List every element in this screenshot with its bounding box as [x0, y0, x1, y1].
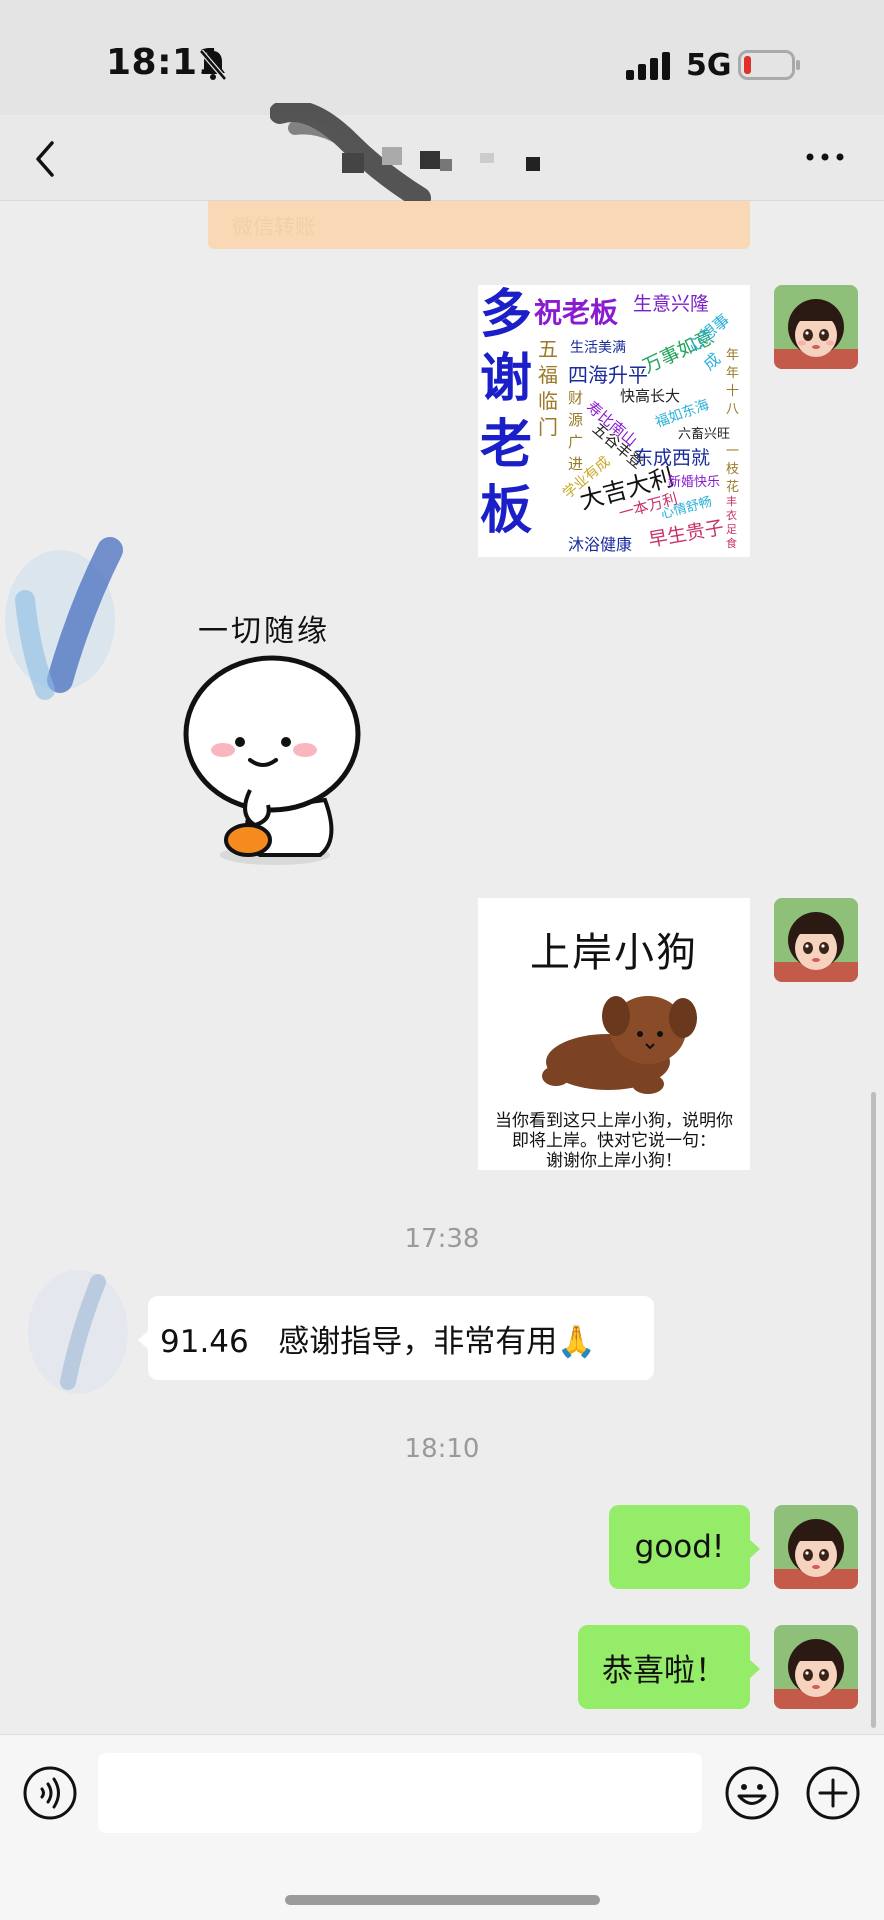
sticker-let-it-be[interactable]: 一切随缘 [180, 600, 370, 865]
bubble-tail [749, 1539, 760, 1559]
bubble-tail [749, 1659, 760, 1679]
self-avatar[interactable] [774, 898, 858, 982]
more-icon[interactable] [805, 151, 845, 163]
home-indicator[interactable] [285, 1895, 600, 1905]
phrase: 沐浴健康 [568, 535, 633, 554]
phrase: 门 [538, 415, 558, 439]
big-char: 板 [480, 481, 533, 541]
sent-message[interactable]: good! [609, 1505, 760, 1589]
contact-avatar-redacted[interactable] [0, 530, 150, 730]
sent-message[interactable]: 恭喜啦！ [578, 1625, 760, 1709]
phrase: 五 [538, 337, 558, 361]
phrase: 福 [538, 363, 558, 387]
phrase: 广 [568, 433, 584, 451]
avatar-girl-icon [774, 285, 858, 369]
signal-icon [626, 52, 670, 80]
phrase: 一枝花 [726, 444, 740, 495]
phrase: 新婚快乐 [668, 475, 721, 490]
big-char: 多 [480, 285, 533, 345]
sticker-caption: 一切随缘 [198, 614, 330, 649]
big-char: 老 [480, 415, 533, 475]
self-avatar[interactable] [774, 1625, 858, 1709]
transfer-label: 微信转账 [232, 215, 316, 239]
chat-header [0, 103, 884, 209]
message-text: 恭喜啦！ [602, 1652, 726, 1689]
received-message[interactable]: 91.46 感谢指导，非常有用🙏 [138, 1296, 654, 1380]
bubble-tail [138, 1330, 149, 1350]
battery-icon [738, 50, 800, 80]
wechat-transfer-card[interactable]: 微信转账 [208, 201, 750, 249]
phrase: 生活美满 [570, 340, 626, 356]
sticker-landing-puppy[interactable]: 上岸小狗 当你看到这只上岸小狗，说明你 即将上岸。快对它说一句： 谢谢你上岸小狗… [478, 898, 750, 1170]
phrase: 快高长大 [620, 387, 681, 405]
message-input[interactable] [98, 1753, 702, 1833]
phrase: 临 [538, 389, 558, 413]
contact-avatar-redacted[interactable] [18, 1262, 148, 1412]
back-icon[interactable] [30, 137, 60, 181]
sticker-title: 上岸小狗 [530, 930, 698, 976]
status-bar: 18:11 5G [0, 0, 884, 115]
smiling-blob-icon [183, 655, 361, 865]
sticker-thanks-boss[interactable]: 多 谢 老 板 祝老板 生意兴隆 生活美满 万事如意 心想事成 五 福 临 门 … [478, 285, 750, 557]
phrase: 财 [568, 389, 584, 407]
phrase: 祝老板 [534, 296, 619, 329]
phrase: 丰衣足食 [726, 495, 737, 550]
phrase: 生意兴隆 [633, 293, 710, 315]
avatar-girl-icon [774, 1625, 858, 1709]
phrase: 年年十八 [726, 348, 740, 417]
input-bar [0, 1734, 884, 1920]
network-type: 5G [686, 48, 732, 83]
phrase: 源 [568, 411, 584, 429]
timestamp: 17:38 [404, 1224, 480, 1254]
bell-off-icon [199, 49, 227, 81]
title-redaction-scribble [270, 103, 540, 209]
phrase: 六畜兴旺 [678, 427, 731, 442]
phrase: 早生贵子 [646, 516, 726, 552]
chat-scrollbar[interactable] [871, 1092, 876, 1728]
emoji-icon[interactable] [724, 1765, 780, 1821]
phrase: 四海升平 [568, 363, 648, 387]
avatar-girl-icon [774, 898, 858, 982]
timestamp: 18:10 [404, 1434, 480, 1464]
message-text: good! [634, 1529, 725, 1565]
brown-puppy-icon [542, 996, 697, 1094]
self-avatar[interactable] [774, 1505, 858, 1589]
plus-icon[interactable] [805, 1765, 861, 1821]
self-avatar[interactable] [774, 285, 858, 369]
message-text: 91.46 感谢指导，非常有用🙏 [160, 1323, 596, 1360]
big-char: 谢 [480, 349, 533, 409]
sticker-caption-line: 谢谢你上岸小狗！ [546, 1151, 682, 1170]
avatar-girl-icon [774, 1505, 858, 1589]
voice-input-icon[interactable] [22, 1765, 78, 1821]
